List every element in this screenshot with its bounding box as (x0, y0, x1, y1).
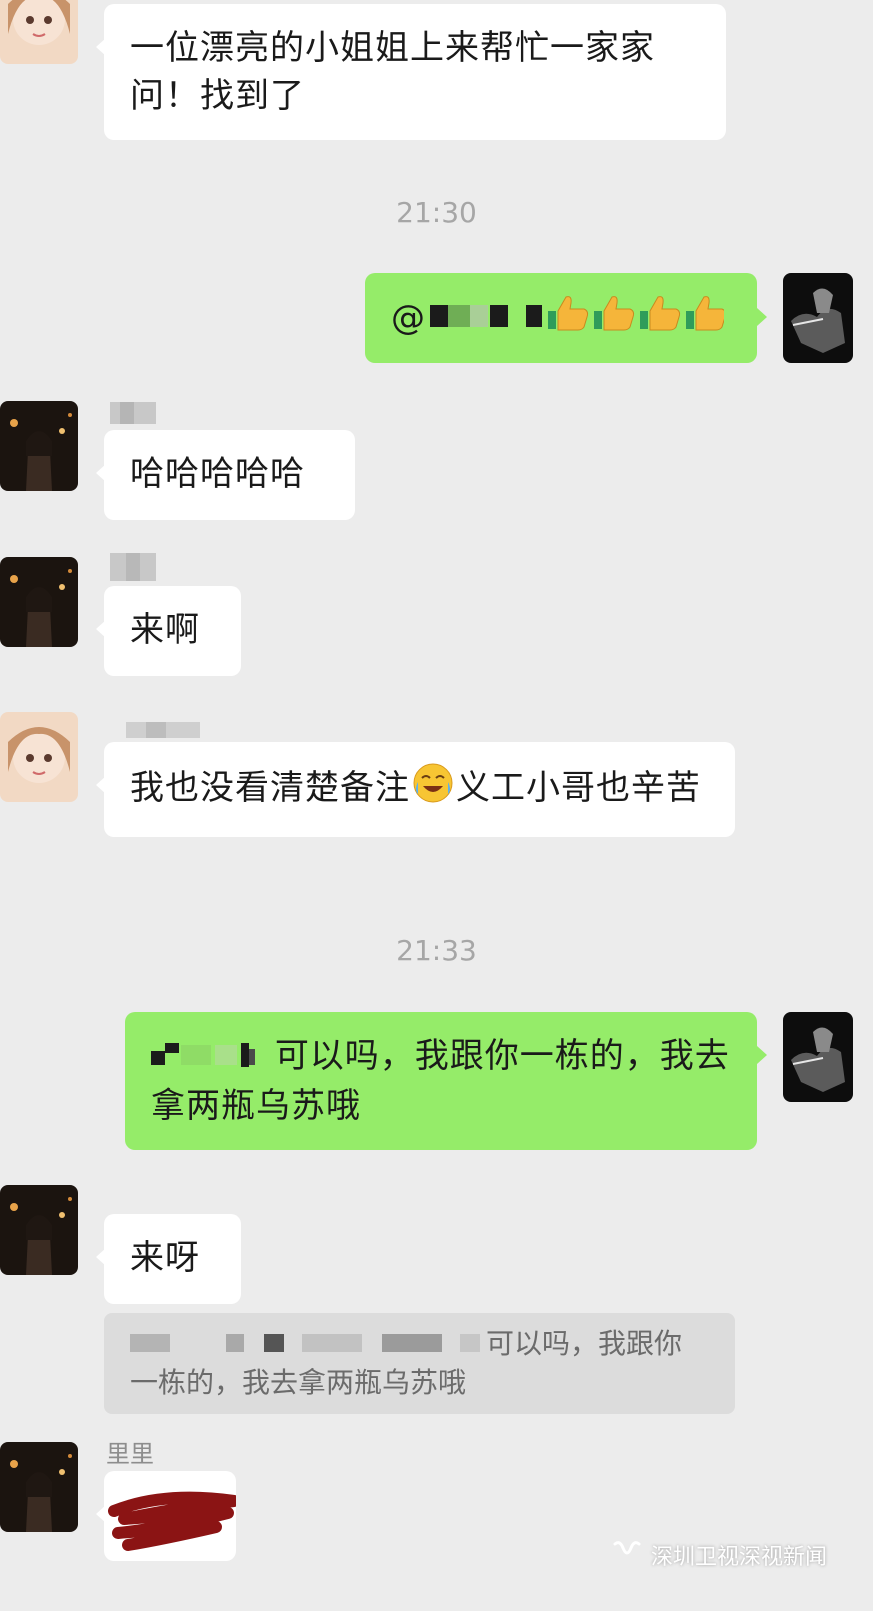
quoted-text-line1: 可以吗，我跟你 (486, 1327, 683, 1360)
sender-name-redacted (110, 553, 156, 587)
message-bubble[interactable]: 一位漂亮的小姐姐上来帮忙一家家问！找到了 (104, 4, 726, 140)
message-text-part1: 我也没看清楚备注 (130, 768, 410, 808)
bubble-tail (757, 1046, 767, 1064)
sender-name-redacted (126, 716, 200, 744)
watermark-text: 深圳卫视深视新闻 (650, 1545, 827, 1570)
mention-prefix: @ (391, 298, 426, 338)
message-text-part2: 义工小哥也辛苦 (456, 768, 701, 808)
watermark: 深圳卫视深视新闻 (613, 1539, 827, 1571)
thumbs-up-icon (548, 293, 727, 344)
message-bubble[interactable]: 来呀 (104, 1214, 241, 1304)
crying-laughing-icon (412, 762, 454, 817)
avatar-self[interactable] (783, 1012, 853, 1102)
bubble-tail (757, 308, 767, 326)
avatar-self[interactable] (783, 273, 853, 363)
timestamp: 21:30 (396, 196, 477, 229)
message-text: 哈哈哈哈哈 (130, 454, 305, 494)
sender-name-redacted (110, 402, 156, 430)
message-bubble[interactable]: 来啊 (104, 586, 241, 676)
wechat-channel-icon (613, 1540, 641, 1570)
timestamp: 21:33 (396, 934, 477, 967)
message-bubble[interactable]: 哈哈哈哈哈 (104, 430, 355, 520)
message-bubble-redacted[interactable] (104, 1471, 240, 1561)
avatar-night[interactable] (0, 401, 78, 491)
redacted-name (430, 294, 542, 342)
avatar-girl[interactable] (0, 712, 78, 802)
message-text: 来呀 (130, 1238, 200, 1278)
sender-name: 里里 (106, 1440, 154, 1468)
quoted-message[interactable]: 可以吗，我跟你 一栋的，我去拿两瓶乌苏哦 (104, 1313, 735, 1414)
avatar-girl[interactable] (0, 0, 78, 64)
avatar-night[interactable] (0, 557, 78, 647)
message-bubble-self[interactable]: 可以吗，我跟你一栋的，我去拿两瓶乌苏哦 (125, 1012, 757, 1150)
redacted-name (151, 1034, 263, 1082)
avatar-night[interactable] (0, 1442, 78, 1532)
quoted-text-line2: 一栋的，我去拿两瓶乌苏哦 (130, 1366, 467, 1399)
message-text: 一位漂亮的小姐姐上来帮忙一家家问！找到了 (130, 28, 655, 116)
redacted-quote-name (130, 1326, 486, 1364)
message-text: 来啊 (130, 610, 200, 650)
avatar-night[interactable] (0, 1185, 78, 1275)
message-bubble-self[interactable]: @ (365, 273, 757, 363)
redaction-scribble (108, 1491, 240, 1551)
message-bubble[interactable]: 我也没看清楚备注 义工小哥也辛苦 (104, 742, 735, 837)
